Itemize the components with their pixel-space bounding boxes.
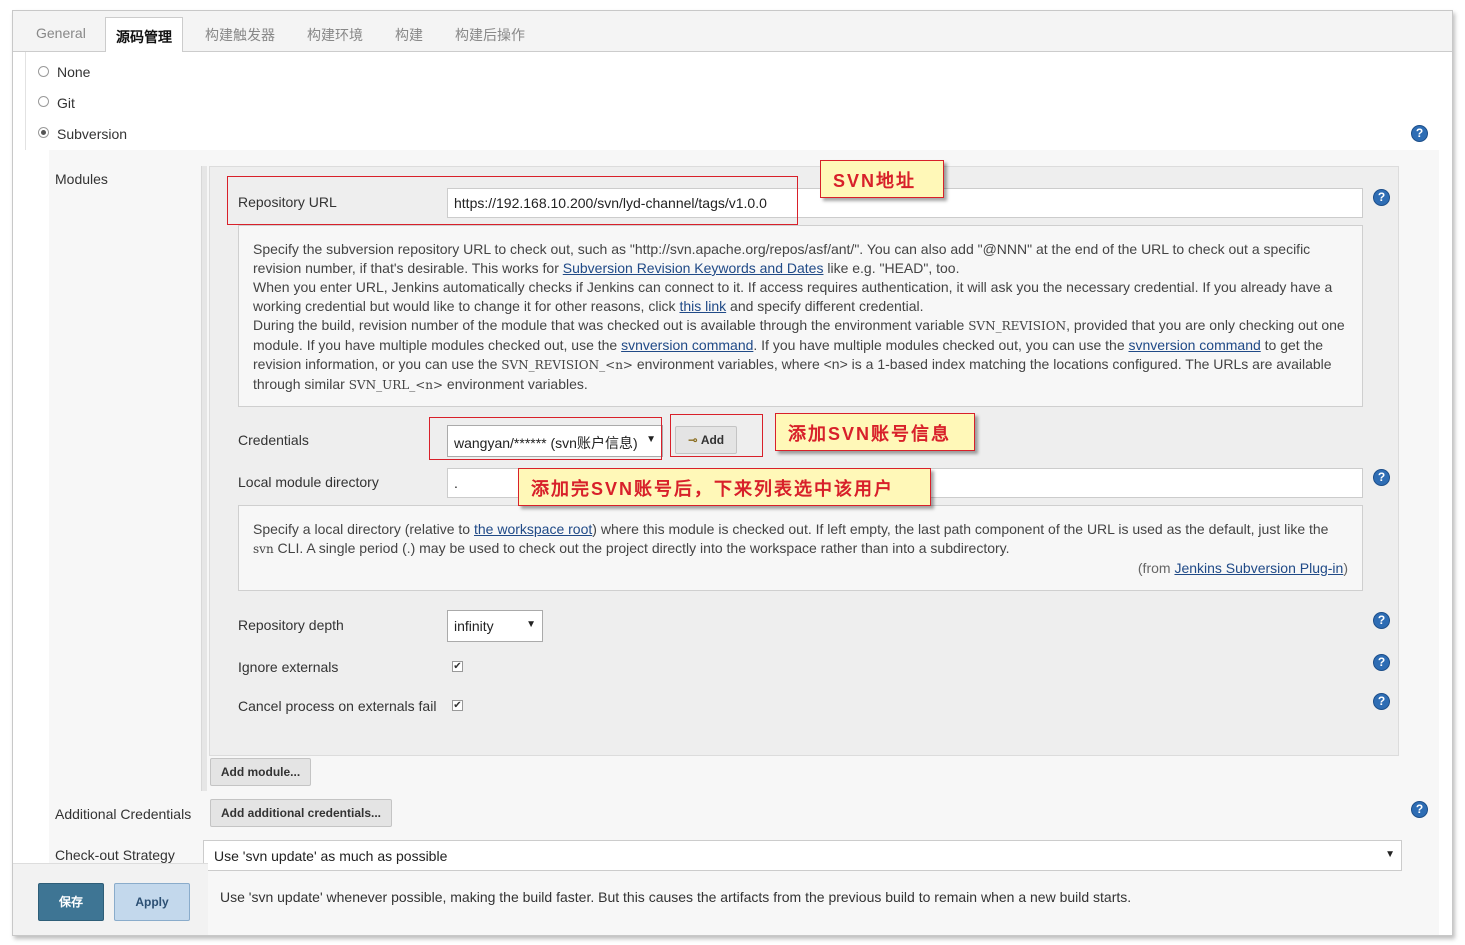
revision-keywords-link[interactable]: Subversion Revision Keywords and Dates: [563, 260, 824, 276]
add-button-highlight-box: [670, 414, 763, 457]
svn-revision-code: SVN_REVISION: [968, 319, 1067, 333]
svn-revision-n-code: SVN_REVISION_<n>: [501, 358, 633, 372]
from-prefix: (from: [1137, 560, 1175, 576]
checkout-strategy-label: Check-out Strategy: [55, 847, 175, 863]
subversion-plugin-link[interactable]: Jenkins Subversion Plug-in: [1174, 560, 1343, 576]
dropdown-arrow-icon: ▼: [1385, 849, 1395, 860]
cancel-externals-fail-help-icon[interactable]: ?: [1373, 693, 1390, 710]
repository-depth-select[interactable]: infinity ▼: [447, 610, 543, 642]
local-module-directory-help-icon[interactable]: ?: [1373, 469, 1390, 486]
additional-credentials-label: Additional Credentials: [55, 806, 192, 822]
workspace-root-link[interactable]: the workspace root: [474, 521, 592, 537]
local-help-d: ) may be used to check out the project d…: [410, 540, 1010, 556]
credentials-label: Credentials: [238, 432, 309, 448]
ignore-externals-help-icon[interactable]: ?: [1373, 654, 1390, 671]
scm-options-area: [25, 52, 1450, 150]
local-help-a: Specify a local directory (relative to: [253, 521, 474, 537]
scm-none-label: None: [57, 64, 91, 80]
modules-indent-bar: [201, 166, 207, 791]
plugin-attribution: (from Jenkins Subversion Plug-in): [253, 559, 1348, 578]
config-window: General 源码管理 构建触发器 构建环境 构建 构建后操作 None Gi…: [12, 10, 1453, 936]
checkout-strategy-description: Use 'svn update' whenever possible, maki…: [220, 889, 1132, 905]
save-button[interactable]: 保存: [38, 883, 104, 921]
repository-url-highlight-box: [227, 176, 798, 225]
this-link[interactable]: this link: [679, 298, 726, 314]
apply-button[interactable]: Apply: [114, 883, 190, 921]
add-module-button[interactable]: Add module...: [210, 758, 311, 786]
local-module-directory-label: Local module directory: [238, 474, 379, 490]
after-add-callout: 添加完SVN账号后，下来列表选中该用户: [518, 468, 931, 506]
ignore-externals-label: Ignore externals: [238, 659, 339, 675]
svnversion-command-link-1[interactable]: svnversion command: [621, 337, 753, 353]
repository-depth-help-icon[interactable]: ?: [1373, 612, 1390, 629]
tab-bar: General 源码管理 构建触发器 构建环境 构建 构建后操作: [13, 11, 1452, 53]
checkout-strategy-value: Use 'svn update' as much as possible: [214, 848, 448, 864]
ignore-externals-checkbox[interactable]: ✔: [452, 661, 463, 672]
credentials-highlight-box: [429, 417, 662, 460]
cancel-externals-fail-checkbox[interactable]: ✔: [452, 700, 463, 711]
repo-help-p3-f: environment variables.: [443, 376, 588, 392]
from-suffix: ): [1343, 560, 1348, 576]
repository-url-help-text: Specify the subversion repository URL to…: [238, 225, 1363, 407]
repository-depth-value: infinity: [454, 618, 494, 634]
cancel-externals-fail-label: Cancel process on externals fail: [238, 698, 437, 714]
additional-credentials-help-icon[interactable]: ?: [1411, 801, 1428, 818]
repo-help-p2-end: and specify different credential.: [726, 298, 924, 314]
tab-general[interactable]: General: [36, 25, 86, 41]
repo-help-p3-c: . If you have multiple modules checked o…: [753, 337, 1129, 353]
checkout-strategy-select[interactable]: Use 'svn update' as much as possible ▼: [203, 840, 1402, 871]
svn-code: svn: [253, 542, 274, 556]
repo-help-p1-end: like e.g. "HEAD", too.: [823, 260, 960, 276]
svnversion-command-link-2[interactable]: svnversion command: [1129, 337, 1261, 353]
repo-help-p3: During the build, revision number of the…: [253, 317, 969, 333]
local-help-c: CLI. A single period (: [273, 540, 407, 556]
scm-git-label: Git: [57, 95, 75, 111]
tab-build-triggers[interactable]: 构建触发器: [205, 25, 275, 45]
tab-source-code-management[interactable]: 源码管理: [105, 17, 183, 53]
tab-post-build-actions[interactable]: 构建后操作: [455, 25, 525, 45]
scm-none-radio[interactable]: [38, 66, 49, 77]
scm-subversion-radio[interactable]: [38, 127, 49, 138]
repository-depth-label: Repository depth: [238, 617, 344, 633]
modules-label: Modules: [55, 171, 108, 187]
local-module-directory-help-text: Specify a local directory (relative to t…: [238, 505, 1363, 591]
svn-url-n-code: SVN_URL_<n>: [348, 378, 444, 392]
svn-address-callout: SVN地址: [820, 160, 944, 198]
tab-build-environment[interactable]: 构建环境: [307, 25, 363, 45]
repository-url-help-icon[interactable]: ?: [1373, 189, 1390, 206]
dropdown-arrow-icon: ▼: [526, 619, 536, 630]
tab-build[interactable]: 构建: [395, 25, 423, 45]
add-additional-credentials-button[interactable]: Add additional credentials...: [210, 799, 392, 827]
subversion-help-icon[interactable]: ?: [1411, 125, 1428, 142]
scm-git-radio[interactable]: [38, 96, 49, 107]
scm-subversion-label: Subversion: [57, 126, 128, 142]
local-help-b: ) where this module is checked out. If l…: [592, 521, 1329, 537]
add-account-callout: 添加SVN账号信息: [775, 413, 975, 451]
